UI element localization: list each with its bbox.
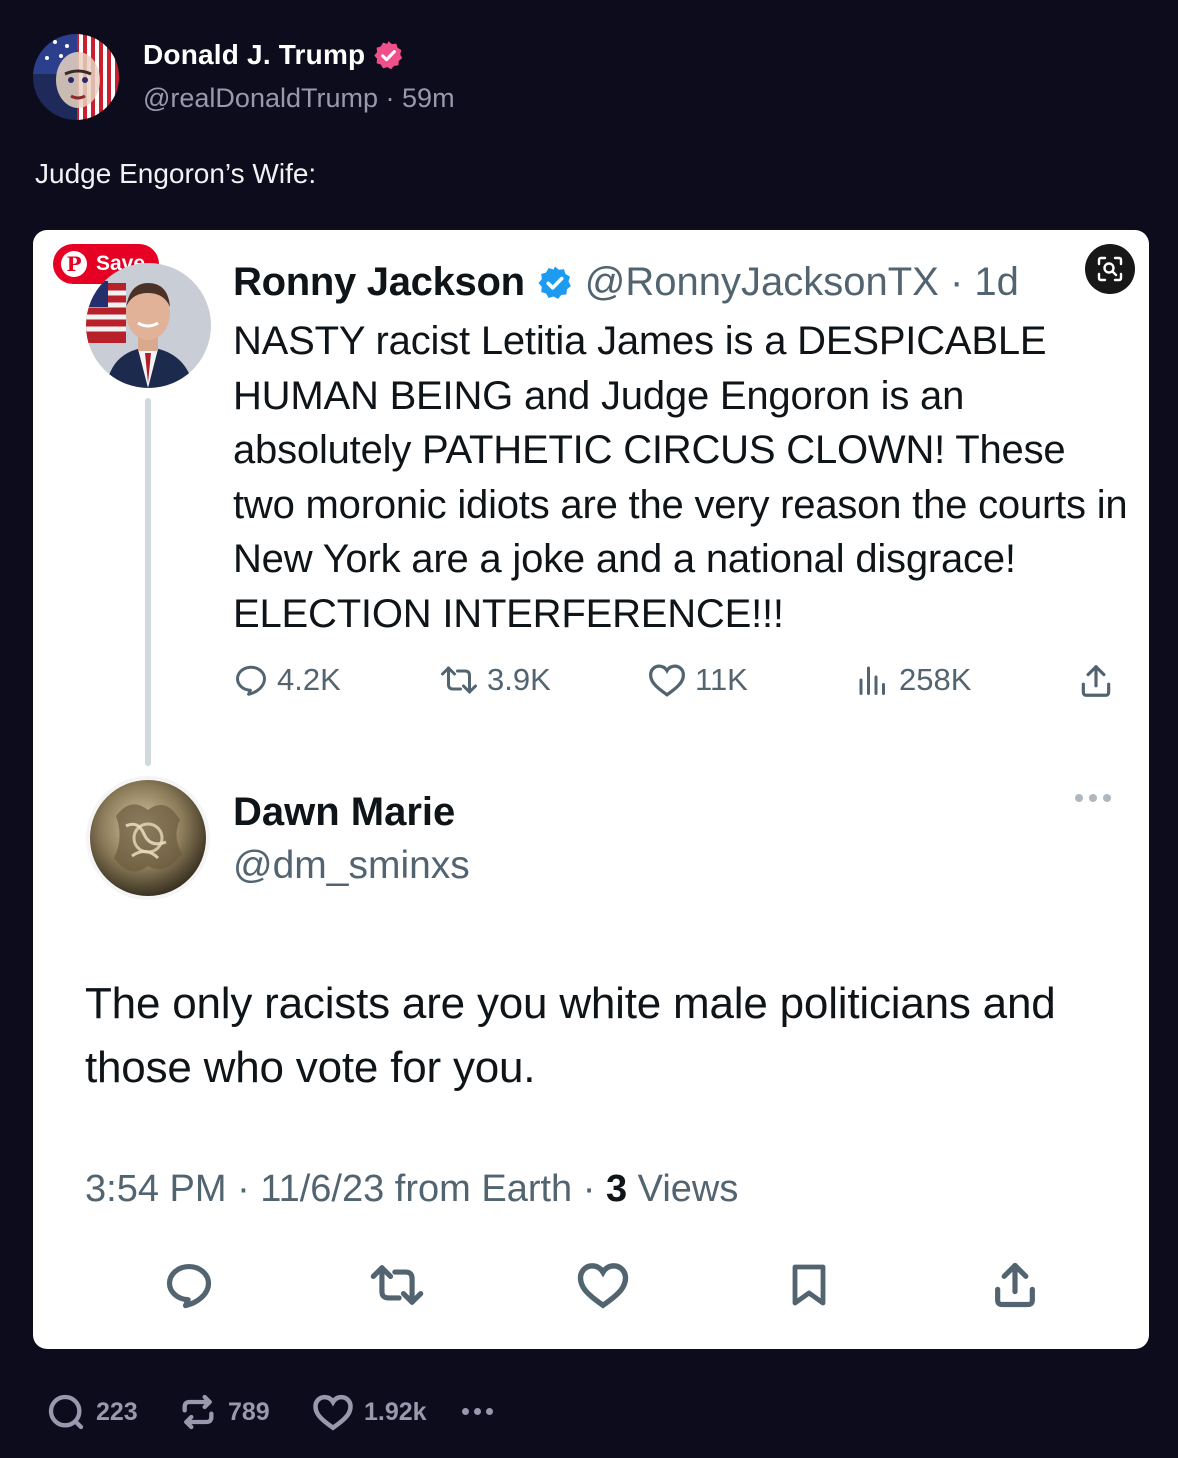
reply-count[interactable]: 4.2K xyxy=(233,662,341,698)
like-button[interactable] xyxy=(573,1255,633,1315)
reply-tweet-author[interactable]: Dawn Marie xyxy=(233,790,455,835)
retweet-icon xyxy=(370,1265,424,1305)
like-count: 1.92k xyxy=(364,1397,427,1426)
retweet-icon xyxy=(441,666,477,694)
reply-count: 223 xyxy=(96,1397,138,1426)
original-tweet-handle-time[interactable]: @RonnyJacksonTX · 1d xyxy=(585,260,1019,305)
share-icon xyxy=(1081,665,1111,697)
views-icon xyxy=(859,666,885,695)
reply-tweet-views-label: Views xyxy=(627,1168,739,1210)
embedded-image[interactable]: P Save Ronny Jackson @RonnyJacksonTX · 1… xyxy=(33,230,1149,1349)
like-icon xyxy=(648,664,686,697)
original-tweet-header: Ronny Jackson @RonnyJacksonTX · 1d xyxy=(233,260,1019,305)
share-icon xyxy=(995,1262,1035,1308)
separator: · xyxy=(385,83,395,113)
original-tweet-metrics: 4.2K 3.9K 11K 258K xyxy=(233,662,1123,708)
like-icon xyxy=(577,1263,629,1309)
reply-tweet-meta: 3:54 PM · 11/6/23 from Earth · 3 Views xyxy=(85,1168,738,1211)
post-text: Judge Engoron’s Wife: xyxy=(35,158,317,189)
repost-icon xyxy=(182,1394,214,1430)
post-time[interactable]: 59m xyxy=(402,83,455,113)
thread-connector-line xyxy=(145,398,151,766)
reply-tweet-actions xyxy=(33,1255,1149,1315)
reply-icon xyxy=(166,1263,212,1309)
verified-badge-icon xyxy=(374,40,403,69)
author-handle[interactable]: @realDonaldTrump xyxy=(143,83,378,113)
more-icon[interactable] xyxy=(1075,794,1111,802)
author-name[interactable]: Donald J. Trump xyxy=(143,39,365,71)
original-tweet-text: NASTY racist Letitia James is a DESPICAB… xyxy=(233,319,1128,636)
post-actions: 223 789 1.92k xyxy=(46,1392,566,1434)
reply-tweet-views-count: 3 xyxy=(605,1168,628,1210)
reply-button[interactable]: 223 xyxy=(46,1392,138,1432)
retweet-count-value: 3.9K xyxy=(487,662,551,697)
reply-icon xyxy=(48,1394,84,1430)
reply-count-value: 4.2K xyxy=(277,662,341,697)
reply-tweet-handle[interactable]: @dm_sminxs xyxy=(233,844,470,888)
bookmark-button[interactable] xyxy=(779,1255,839,1315)
share-button[interactable] xyxy=(1077,662,1115,700)
view-count-value: 258K xyxy=(899,662,972,697)
like-button[interactable]: 1.92k xyxy=(312,1392,427,1432)
author-avatar[interactable] xyxy=(33,34,119,120)
reply-button[interactable] xyxy=(159,1255,219,1315)
retweet-count[interactable]: 3.9K xyxy=(439,662,551,698)
repost-count: 789 xyxy=(228,1397,270,1426)
like-count-value: 11K xyxy=(695,662,748,697)
verified-badge-icon xyxy=(538,266,571,299)
reply-tweet-timestamp: 3:54 PM · 11/6/23 from Earth · xyxy=(85,1168,606,1210)
more-icon[interactable] xyxy=(462,1408,493,1415)
post-header: Donald J. Trump @realDonaldTrump · 59m xyxy=(33,34,455,120)
ronny-jackson-avatar[interactable] xyxy=(86,263,211,388)
like-count[interactable]: 11K xyxy=(647,662,748,698)
reply-icon xyxy=(236,665,266,696)
share-button[interactable] xyxy=(985,1255,1045,1315)
dawn-marie-avatar[interactable] xyxy=(86,776,210,900)
retweet-button[interactable] xyxy=(367,1255,427,1315)
view-count[interactable]: 258K xyxy=(855,662,971,698)
like-icon xyxy=(313,1394,353,1431)
pinterest-icon: P xyxy=(61,251,87,277)
bookmark-icon xyxy=(792,1264,826,1306)
visual-search-icon[interactable] xyxy=(1085,244,1135,294)
original-tweet-author[interactable]: Ronny Jackson xyxy=(233,260,525,305)
repost-button[interactable]: 789 xyxy=(178,1392,270,1432)
author-handle-line: @realDonaldTrump · 59m xyxy=(143,83,455,114)
reply-tweet-text: The only racists are you white male poli… xyxy=(85,979,1056,1092)
